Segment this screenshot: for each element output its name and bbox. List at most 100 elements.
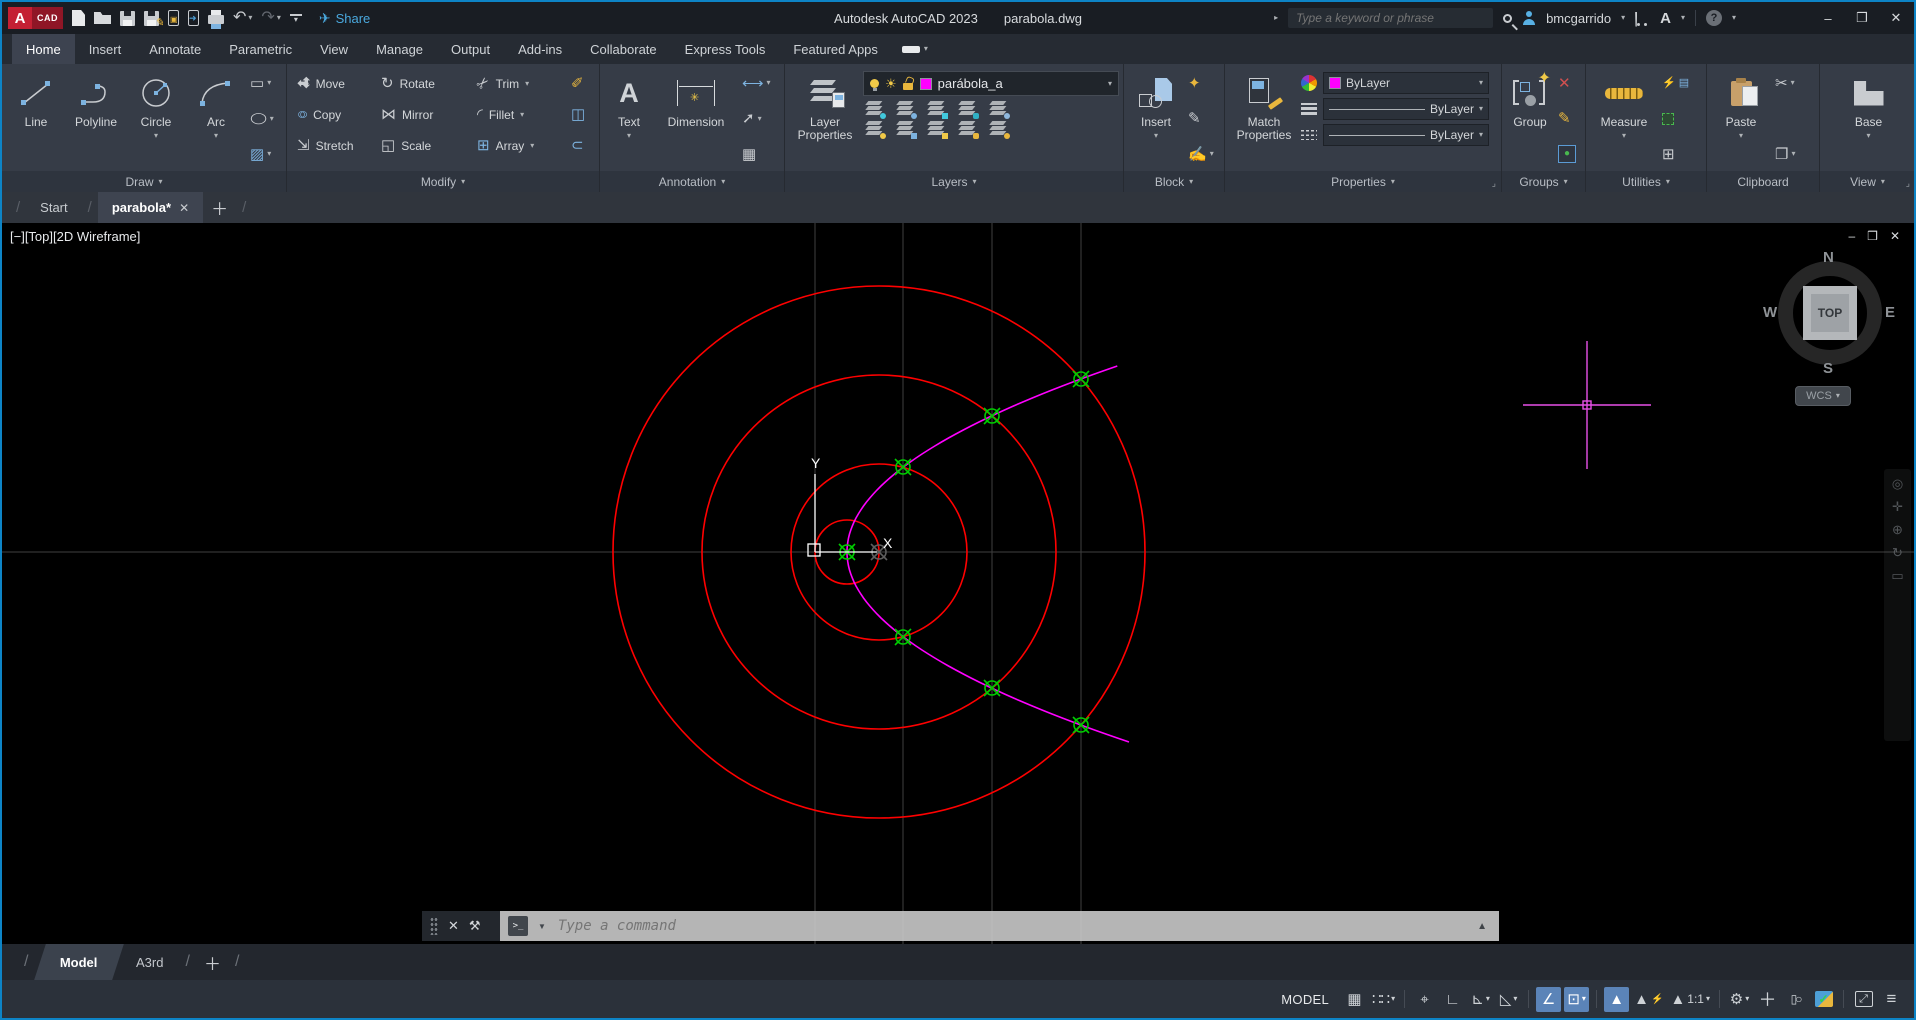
tab-featured-apps[interactable]: Featured Apps (779, 34, 892, 64)
text-button[interactable]: A Text ▾ (606, 68, 652, 169)
zoom-icon[interactable]: ⊕ (1892, 523, 1903, 536)
panel-title-clipboard[interactable]: Clipboard (1707, 171, 1819, 192)
cut-button[interactable]: ✂ ▾ (1775, 72, 1795, 94)
insert-button[interactable]: Insert ▾ (1130, 68, 1182, 169)
orbit-icon[interactable]: ↻ (1892, 546, 1903, 559)
command-input[interactable] (555, 917, 1468, 935)
viewcube-west[interactable]: W (1763, 304, 1777, 321)
isolate-objects-button[interactable]: ▯○ (1783, 987, 1808, 1012)
panel-title-utilities[interactable]: Utilities ▾ (1586, 171, 1706, 192)
select-objects-button[interactable] (1662, 108, 1689, 130)
erase-button[interactable]: ✐ (567, 74, 593, 93)
redo-dropdown[interactable]: ▾ (277, 14, 281, 22)
linetype-dropdown[interactable]: ByLayer ▾ (1323, 124, 1489, 146)
restore-button[interactable]: ❒ (1850, 10, 1874, 26)
hatch-dropdown[interactable]: ▾ (267, 150, 271, 158)
file-tab-parabola[interactable]: parabola* ✕ (97, 192, 204, 223)
group-selection-toggle[interactable]: ● (1558, 143, 1576, 165)
save-as-button[interactable]: ✎ (144, 10, 164, 29)
layer-thaw-icon[interactable]: ☀ (885, 77, 897, 90)
tab-collaborate[interactable]: Collaborate (576, 34, 671, 64)
panel-title-modify[interactable]: Modify ▾ (287, 171, 599, 192)
attributes-dropdown[interactable]: ▾ (1210, 150, 1214, 158)
command-prompt-icon[interactable]: >_ (508, 916, 528, 936)
layer-on-icon[interactable] (870, 79, 879, 91)
tab-annotate[interactable]: Annotate (135, 34, 215, 64)
mirror-button[interactable]: ⋈ Mirror (377, 105, 473, 124)
layer-thaw-all-button[interactable] (894, 121, 917, 139)
viewcube-north[interactable]: N (1823, 249, 1834, 266)
redo-button[interactable]: ↷ ▾ (261, 10, 280, 26)
layer-unlock-all-button[interactable] (956, 121, 979, 139)
panel-title-groups[interactable]: Groups ▾ (1502, 171, 1585, 192)
copy-clip-button[interactable]: ❐ ▾ (1775, 143, 1795, 165)
wcs-menu[interactable]: WCS ▾ (1795, 386, 1851, 406)
layer-isolate-button[interactable] (894, 101, 917, 119)
rectangle-dropdown[interactable]: ▾ (267, 79, 271, 87)
circle-dropdown[interactable]: ▾ (154, 132, 158, 140)
arc-dropdown[interactable]: ▾ (214, 132, 218, 140)
panel-title-draw[interactable]: Draw ▾ (2, 171, 286, 192)
minimize-button[interactable]: – (1816, 11, 1840, 26)
clean-screen-button[interactable]: ⤢ (1851, 987, 1876, 1012)
model-space-label[interactable]: MODEL (1281, 992, 1329, 1007)
viewport-close-icon[interactable]: ✕ (1890, 229, 1900, 243)
customize-qat-dropdown[interactable]: ▾ (289, 13, 302, 23)
quick-calculator-button[interactable]: ⊞ (1662, 143, 1689, 165)
object-snap-tracking-toggle[interactable]: ∠ (1536, 986, 1562, 1012)
circle-button[interactable]: Circle ▾ (128, 68, 184, 169)
panel-title-annotation[interactable]: Annotation ▾ (600, 171, 784, 192)
new-layout-button[interactable]: ＋ (198, 944, 227, 980)
viewport-minimize-icon[interactable]: – (1848, 229, 1855, 243)
showmotion-icon[interactable]: ▭ (1891, 569, 1903, 582)
properties-dialog-launcher[interactable]: ⌟ (1492, 178, 1496, 189)
trim-button[interactable]: ✂ Trim ▾ (473, 73, 567, 94)
panel-title-properties[interactable]: Properties ▾ ⌟ (1225, 171, 1501, 192)
leader-dropdown[interactable]: ▾ (758, 114, 762, 123)
copy-button[interactable]: ○○ Copy (293, 105, 377, 124)
command-history-toggle-icon[interactable]: ▲ (1477, 921, 1491, 932)
rotate-button[interactable]: ↻ Rotate (377, 74, 473, 93)
search-collapse-arrow[interactable]: ▸ (1274, 14, 1278, 22)
tab-express-tools[interactable]: Express Tools (671, 34, 780, 64)
grid-display-toggle[interactable]: ▦ (1342, 987, 1367, 1012)
hardware-acceleration-button[interactable]: ✓ (1811, 987, 1836, 1012)
command-customize-wrench-icon[interactable]: ⚒ (469, 918, 481, 934)
array-dropdown[interactable]: ▾ (530, 141, 534, 150)
tab-view[interactable]: View (306, 34, 362, 64)
search-input[interactable] (1294, 10, 1488, 26)
edit-block-button[interactable]: ✎ (1188, 108, 1214, 130)
viewcube-east[interactable]: E (1885, 304, 1895, 321)
viewport-restore-icon[interactable]: ❒ (1867, 229, 1878, 243)
fillet-button[interactable]: ◜ Fillet ▾ (473, 105, 567, 124)
layer-freeze-button[interactable] (925, 101, 948, 119)
ellipse-button[interactable]: ◯ ▾ (250, 108, 274, 130)
new-file-tab-button[interactable]: ＋ (203, 192, 236, 223)
measure-dropdown[interactable]: ▾ (1622, 132, 1626, 140)
scale-button[interactable]: ◱ Scale (377, 136, 473, 155)
plot-button[interactable] (208, 10, 224, 29)
annotation-scale-button[interactable]: ▲ 1:1 ▾ (1668, 987, 1712, 1012)
isodraft-toggle[interactable]: ◺ ▾ (1496, 987, 1521, 1012)
autoscale-toggle[interactable]: ▲ ⚡ (1632, 987, 1665, 1012)
panel-title-view[interactable]: View ▾ ⌟ (1820, 171, 1914, 192)
arc-button[interactable]: Arc ▾ (188, 68, 244, 169)
stretch-button[interactable]: ⇲ Stretch (293, 136, 377, 155)
username[interactable]: bmcgarrido (1546, 11, 1611, 26)
workspace-switching-button[interactable]: ⚙ ▾ (1727, 987, 1752, 1012)
search-box[interactable] (1288, 8, 1494, 28)
open-from-web-mobile-button[interactable]: ➜ (188, 10, 199, 26)
tab-insert[interactable]: Insert (75, 34, 136, 64)
create-block-button[interactable]: ✦ (1188, 72, 1214, 94)
viewcube-south[interactable]: S (1823, 360, 1833, 377)
account-dropdown[interactable]: ▾ (1621, 14, 1625, 22)
viewcube[interactable]: N S W E TOP (1763, 249, 1895, 377)
autocad-app-menu-button[interactable]: A CAD (8, 7, 63, 29)
insert-dropdown[interactable]: ▾ (1154, 132, 1158, 140)
lineweight-dropdown[interactable]: ByLayer ▾ (1323, 98, 1489, 120)
paste-button[interactable]: Paste ▾ (1713, 68, 1769, 169)
layout-tab-model[interactable]: Model (34, 944, 124, 980)
polar-tracking-toggle[interactable]: ⊾ ▾ (1468, 987, 1493, 1012)
dynamic-input-toggle[interactable]: ⌖ (1412, 987, 1437, 1012)
layer-lock-button[interactable] (956, 101, 979, 119)
